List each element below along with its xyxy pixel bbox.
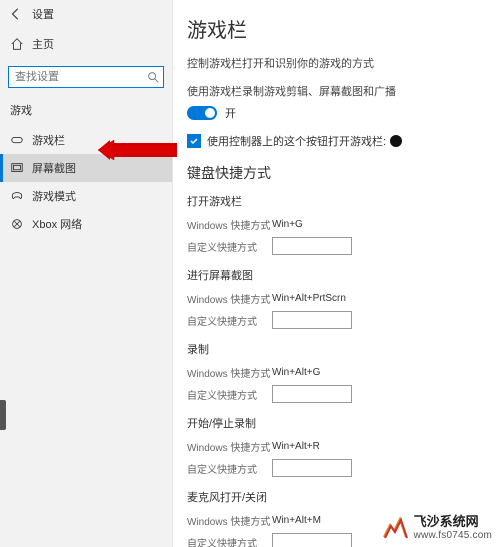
home-label: 主页	[32, 36, 54, 52]
watermark-url: www.fs0745.com	[414, 530, 492, 541]
shortcut-value: Win+Alt+R	[272, 441, 320, 452]
window-title: 设置	[32, 6, 54, 22]
sidebar-item-gamemode[interactable]: 游戏模式	[0, 182, 172, 210]
search-input[interactable]	[8, 66, 164, 88]
sidebar: 设置 主页 游戏 游戏栏 屏幕截图	[0, 0, 173, 547]
shortcut-title: 麦克风打开/关闭	[187, 489, 484, 505]
shortcut-custom-input[interactable]	[272, 385, 352, 403]
gamebar-icon	[10, 133, 24, 147]
shortcut-title: 进行屏幕截图	[187, 267, 484, 283]
toggle-state: 开	[225, 105, 236, 121]
watermark: 飞沙系统网 www.fs0745.com	[376, 509, 496, 543]
home-nav[interactable]: 主页	[0, 28, 172, 60]
sidebar-item-screenshot[interactable]: 屏幕截图	[0, 154, 172, 182]
shortcut-title: 打开游戏栏	[187, 193, 484, 209]
shortcut-value: Win+Alt+G	[272, 367, 320, 378]
shortcut-title: 录制	[187, 341, 484, 357]
shortcut-row-label: Windows 快捷方式	[187, 439, 272, 454]
shortcut-row-label: 自定义快捷方式	[187, 313, 272, 328]
home-icon	[10, 37, 24, 51]
gamemode-icon	[10, 189, 24, 203]
shortcut-row-label: 自定义快捷方式	[187, 239, 272, 254]
shortcut-title: 开始/停止录制	[187, 415, 484, 431]
back-button[interactable]	[6, 4, 26, 24]
shortcut-row-label: 自定义快捷方式	[187, 535, 272, 547]
shortcut-row-label: Windows 快捷方式	[187, 217, 272, 232]
check-icon	[189, 136, 199, 146]
shortcut-group: 录制 Windows 快捷方式Win+Alt+G自定义快捷方式	[187, 341, 484, 405]
shortcut-custom-input[interactable]	[272, 459, 352, 477]
main-content: 游戏栏 控制游戏栏打开和识别你的游戏的方式 使用游戏栏录制游戏剪辑、屏幕截图和广…	[173, 0, 500, 547]
controller-checkbox[interactable]	[187, 134, 201, 148]
xbox-button-icon	[390, 135, 402, 147]
sidebar-item-label: 游戏模式	[32, 188, 76, 204]
sidebar-item-gamebar[interactable]: 游戏栏	[0, 126, 172, 154]
shortcut-row-label: 自定义快捷方式	[187, 387, 272, 402]
edge-tab-handle[interactable]	[0, 400, 6, 430]
toggle-description: 使用游戏栏录制游戏剪辑、屏幕截图和广播	[187, 83, 484, 99]
section-title: 键盘快捷方式	[187, 163, 484, 183]
sidebar-item-xbox-network[interactable]: Xbox 网络	[0, 210, 172, 238]
shortcut-custom-input[interactable]	[272, 533, 352, 547]
sidebar-item-label: 游戏栏	[32, 132, 65, 148]
page-description: 控制游戏栏打开和识别你的游戏的方式	[187, 55, 484, 71]
arrow-left-icon	[9, 7, 23, 21]
screenshot-icon	[10, 161, 24, 175]
watermark-title: 飞沙系统网	[414, 511, 492, 530]
xbox-icon	[10, 217, 24, 231]
search-icon	[146, 70, 160, 84]
shortcut-row-label: 自定义快捷方式	[187, 461, 272, 476]
page-title: 游戏栏	[187, 14, 484, 43]
shortcut-custom-input[interactable]	[272, 237, 352, 255]
shortcut-custom-input[interactable]	[272, 311, 352, 329]
shortcut-group: 打开游戏栏 Windows 快捷方式Win+G自定义快捷方式	[187, 193, 484, 257]
shortcut-row-label: Windows 快捷方式	[187, 365, 272, 380]
shortcut-value: Win+Alt+M	[272, 515, 321, 526]
record-toggle[interactable]	[187, 106, 217, 120]
shortcut-value: Win+G	[272, 219, 303, 230]
shortcut-value: Win+Alt+PrtScrn	[272, 293, 346, 304]
section-header: 游戏	[0, 98, 172, 126]
shortcut-group: 进行屏幕截图 Windows 快捷方式Win+Alt+PrtScrn自定义快捷方式	[187, 267, 484, 331]
shortcut-row-label: Windows 快捷方式	[187, 513, 272, 528]
shortcut-row-label: Windows 快捷方式	[187, 291, 272, 306]
shortcut-group: 开始/停止录制 Windows 快捷方式Win+Alt+R自定义快捷方式	[187, 415, 484, 479]
checkbox-label: 使用控制器上的这个按钮打开游戏栏:	[207, 133, 386, 149]
sidebar-item-label: 屏幕截图	[32, 160, 76, 176]
sidebar-item-label: Xbox 网络	[32, 216, 82, 232]
watermark-logo-icon	[380, 511, 410, 541]
